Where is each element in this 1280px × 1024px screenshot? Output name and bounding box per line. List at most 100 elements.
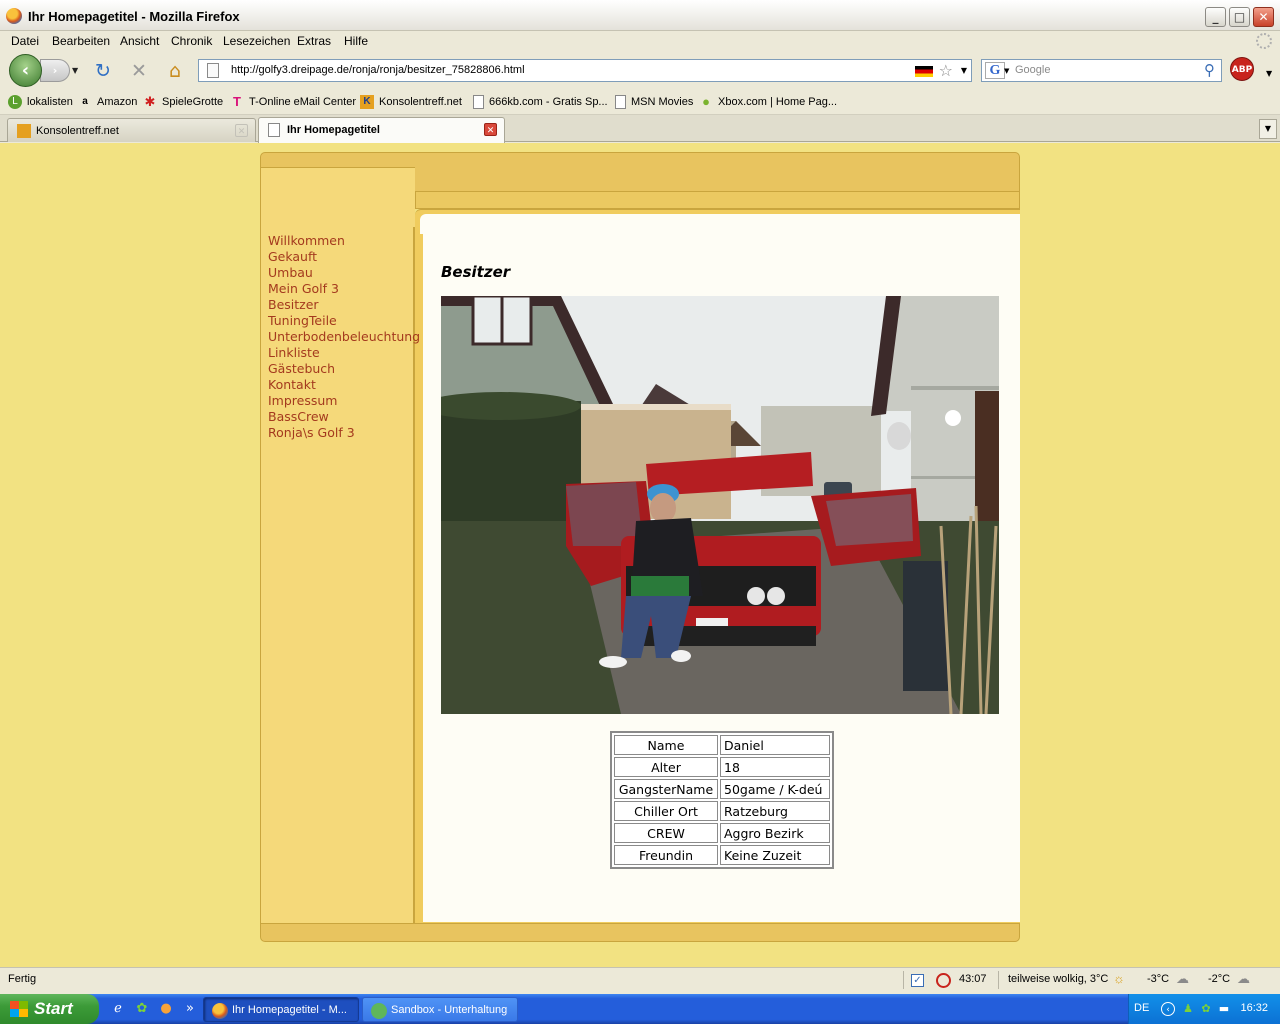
nav-link-mein-golf-3[interactable]: Mein Golf 3 <box>268 281 420 297</box>
bookmark-xbox[interactable]: ● Xbox.com | Home Pag... <box>699 94 837 110</box>
menu-datei[interactable]: Datei <box>11 34 39 48</box>
url-dropdown-icon[interactable]: ▼ <box>961 66 967 75</box>
icq-icon[interactable]: ✿ <box>134 1001 150 1017</box>
bookmark-label: Amazon <box>97 96 138 108</box>
minimize-button[interactable]: _ <box>1205 7 1226 27</box>
quicklaunch-more-icon[interactable]: » <box>182 1001 198 1017</box>
page-title: Besitzer <box>441 263 511 281</box>
tab-list-button[interactable]: ▼ <box>1259 119 1277 139</box>
timer-icon[interactable] <box>936 973 951 988</box>
bookmark-msn-movies[interactable]: MSN Movies <box>615 94 693 110</box>
timer-text: 43:07 <box>959 973 987 985</box>
info-key: CREW <box>614 823 718 843</box>
nav-link-unterbodenbeleuchtung[interactable]: Unterbodenbeleuchtung <box>268 329 420 345</box>
adblock-plus-icon[interactable]: ABP <box>1230 57 1254 81</box>
taskbar-button-firefox[interactable]: Ihr Homepagetitel - M... <box>203 997 359 1022</box>
search-magnifier-icon[interactable]: ⚲ <box>1204 61 1215 79</box>
search-bar[interactable]: G ▼ Google ⚲ <box>981 59 1222 82</box>
windows-taskbar: Start ℯ ✿ ● » Ihr Homepagetitel - M... S… <box>0 994 1280 1024</box>
menu-bearbeiten[interactable]: Bearbeiten <box>52 34 110 48</box>
main-frame-cap <box>420 214 1020 234</box>
nav-link-gaestebuch[interactable]: Gästebuch <box>268 361 420 377</box>
bookmark-amazon[interactable]: a Amazon <box>78 94 137 110</box>
nav-link-gekauft[interactable]: Gekauft <box>268 249 420 265</box>
bookmark-label: lokalisten <box>27 96 73 108</box>
tray-expand-icon[interactable]: ‹ <box>1161 1002 1175 1016</box>
internet-explorer-icon[interactable]: ℯ <box>110 1001 126 1017</box>
close-tab-icon[interactable]: ✕ <box>235 124 248 137</box>
stop-icon[interactable]: ✕ <box>128 60 150 82</box>
sun-icon[interactable]: ☼ <box>1113 971 1125 986</box>
temperature-1: -3°C <box>1147 973 1170 985</box>
bookmark-label: Konsolentreff.net <box>379 96 462 108</box>
search-input[interactable]: Google <box>1015 64 1050 76</box>
menu-lesezeichen[interactable]: Lesezeichen <box>223 34 290 48</box>
network-tray-icon[interactable]: ▬ <box>1217 1002 1231 1016</box>
bookmark-666kb[interactable]: 666kb.com - Gratis Sp... <box>473 94 608 110</box>
checkbox-status-icon[interactable]: ✓ <box>911 974 924 987</box>
forward-button[interactable]: › <box>40 59 70 82</box>
bookmark-t-online[interactable]: T T-Online eMail Center <box>230 94 356 110</box>
menu-chronik[interactable]: Chronik <box>171 34 212 48</box>
menu-ansicht[interactable]: Ansicht <box>120 34 159 48</box>
info-key: GangsterName <box>614 779 718 799</box>
close-tab-icon[interactable]: ✕ <box>484 123 497 136</box>
maximize-button[interactable]: □ <box>1229 7 1250 27</box>
start-label: Start <box>34 999 73 1018</box>
taskbar-button-sandbox[interactable]: Sandbox - Unterhaltung <box>362 997 518 1022</box>
nav-link-kontakt[interactable]: Kontakt <box>268 377 420 393</box>
adblock-dropdown-icon[interactable]: ▼ <box>1266 69 1272 78</box>
back-button[interactable]: ‹ <box>9 54 42 87</box>
messenger-tray-icon[interactable]: ♟ <box>1181 1002 1195 1016</box>
loading-throbber-icon <box>1256 33 1272 49</box>
info-value: 50game / K-deú <box>720 779 830 799</box>
home-icon[interactable]: ⌂ <box>164 60 186 82</box>
navigation-toolbar: › ‹ ▼ ↻ ✕ ⌂ http://golfy3.dreipage.de/ro… <box>0 51 1280 89</box>
language-indicator[interactable]: DE <box>1134 1002 1149 1014</box>
amazon-icon: a <box>82 96 88 107</box>
nav-link-linkliste[interactable]: Linkliste <box>268 345 420 361</box>
page-icon <box>615 95 626 109</box>
cloud-icon[interactable]: ☁ <box>1237 971 1250 987</box>
firefox-icon <box>6 8 22 24</box>
search-engine-dropdown-icon[interactable]: ▼ <box>1004 67 1009 75</box>
close-window-button[interactable]: ✕ <box>1253 7 1274 27</box>
search-engine-icon[interactable]: G <box>985 62 1005 79</box>
nav-link-besitzer[interactable]: Besitzer <box>268 297 420 313</box>
reload-icon[interactable]: ↻ <box>92 60 114 82</box>
table-row: Freundin Keine Zuzeit <box>614 845 830 865</box>
tab-ihr-homepagetitel[interactable]: Ihr Homepagetitel ✕ <box>258 117 505 143</box>
url-text[interactable]: http://golfy3.dreipage.de/ronja/ronja/be… <box>231 64 525 76</box>
bookmark-konsolentreff[interactable]: K Konsolentreff.net <box>360 94 462 110</box>
menu-extras[interactable]: Extras <box>297 34 331 48</box>
bookmark-label: Xbox.com | Home Pag... <box>718 96 838 108</box>
bookmark-spielegrotte[interactable]: ✱ SpieleGrotte <box>143 94 224 110</box>
nav-link-ronjas-golf-3[interactable]: Ronja\s Golf 3 <box>268 425 420 441</box>
bookmark-lokalisten[interactable]: Llokalisten <box>8 94 73 110</box>
nav-link-basscrew[interactable]: BassCrew <box>268 409 420 425</box>
xbox-icon: ● <box>702 94 710 109</box>
cloud-icon[interactable]: ☁ <box>1176 971 1189 987</box>
tab-konsolentreff[interactable]: Konsolentreff.net ✕ <box>7 118 256 142</box>
owner-car-photo <box>441 296 999 714</box>
start-button[interactable]: Start <box>0 994 99 1024</box>
forward-arrow-icon: › <box>52 64 58 77</box>
window-titlebar: Ihr Homepagetitel - Mozilla Firefox _ □ … <box>0 0 1280 31</box>
info-key: Name <box>614 735 718 755</box>
site-navigation: Willkommen Gekauft Umbau Mein Golf 3 Bes… <box>268 233 420 441</box>
nav-link-tuningteile[interactable]: TuningTeile <box>268 313 420 329</box>
nav-link-willkommen[interactable]: Willkommen <box>268 233 420 249</box>
bookmark-star-icon[interactable]: ☆ <box>939 61 953 80</box>
messenger-icon <box>371 1003 387 1019</box>
firefox-quicklaunch-icon[interactable]: ● <box>158 1001 174 1017</box>
page-icon <box>473 95 484 109</box>
owner-info-table: Name Daniel Alter 18 GangsterName 50game / … <box>610 731 834 869</box>
nav-link-impressum[interactable]: Impressum <box>268 393 420 409</box>
url-bar[interactable]: http://golfy3.dreipage.de/ronja/ronja/be… <box>198 59 972 82</box>
history-dropdown-icon[interactable]: ▼ <box>72 66 78 75</box>
status-bar: Fertig ✓ 43:07 teilweise wolkig, 3°C ☼ -… <box>0 967 1280 991</box>
nav-link-umbau[interactable]: Umbau <box>268 265 420 281</box>
bookmark-label: T-Online eMail Center <box>249 96 356 108</box>
icq-tray-icon[interactable]: ✿ <box>1199 1002 1213 1016</box>
menu-hilfe[interactable]: Hilfe <box>344 34 368 48</box>
